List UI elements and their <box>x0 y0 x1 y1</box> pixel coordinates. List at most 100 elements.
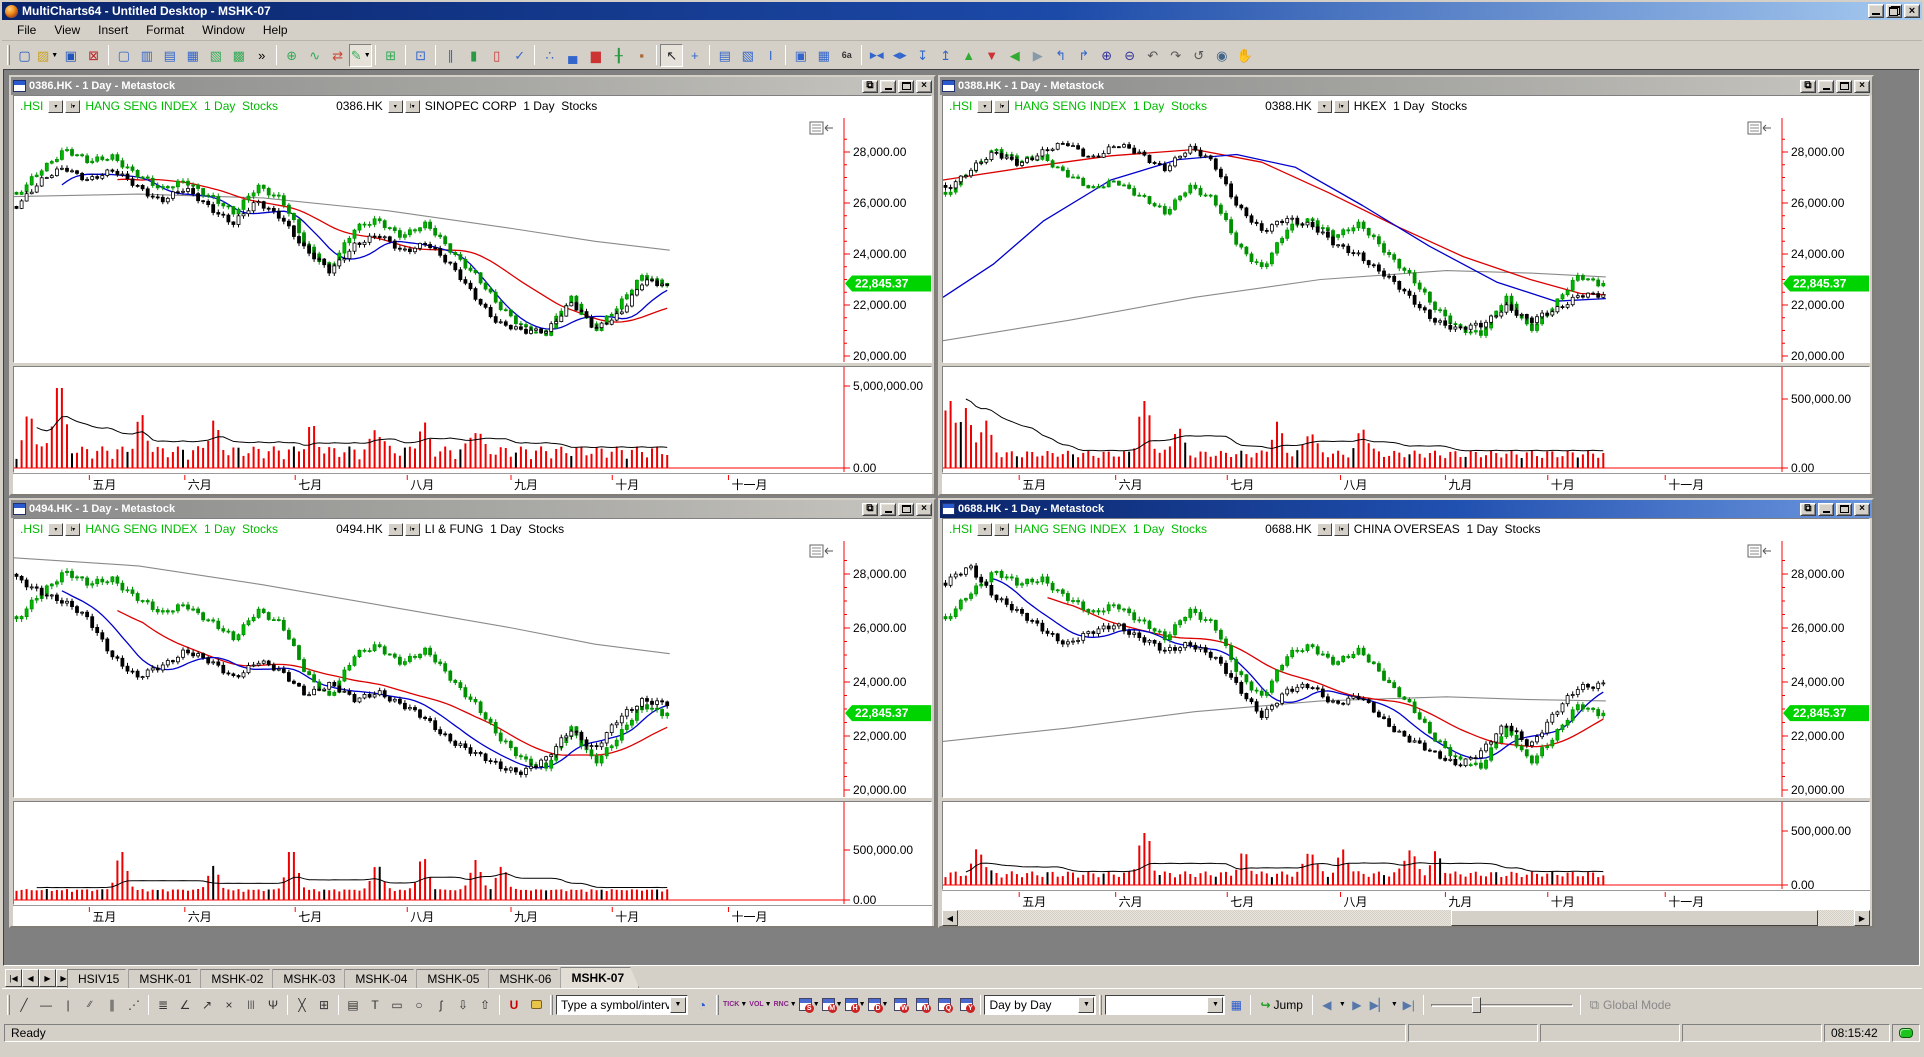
stock-format-dropdown[interactable]: ▾ <box>1317 523 1332 536</box>
chart-popout-button[interactable]: ⧉ <box>862 503 878 516</box>
price-chart-canvas[interactable]: 28,000.0026,000.0024,000.0022,000.0020,0… <box>943 539 1870 798</box>
toolbar-overflow-button[interactable]: » <box>250 44 273 67</box>
rectangle-button[interactable]: ▭ <box>386 994 408 1016</box>
price-chart-canvas[interactable]: 28,000.0026,000.0024,000.0022,000.0020,0… <box>943 116 1870 363</box>
replay-mode-select[interactable]: Day by Day ▼ <box>984 995 1096 1015</box>
style-histogram-button[interactable]: ▄ <box>561 44 584 67</box>
show-data-window-button[interactable]: ▤ <box>713 44 736 67</box>
page-back-button[interactable]: ↰ <box>1049 44 1072 67</box>
insert-symbol-settings-button[interactable]: ⊞ <box>379 44 402 67</box>
chart-popout-button[interactable]: ⧉ <box>1800 503 1816 516</box>
tab-nav-first[interactable]: |◀ <box>5 969 22 987</box>
replay-speed-slider[interactable] <box>1427 995 1577 1015</box>
workspace-tab-mshk-01[interactable]: MSHK-01 <box>128 969 206 988</box>
style-dots-button[interactable]: ∴ <box>538 44 561 67</box>
app-close-button[interactable]: × <box>1904 4 1920 18</box>
chevron-down-icon[interactable]: ▼ <box>670 997 686 1013</box>
style-kagi-button[interactable]: ╂ <box>607 44 630 67</box>
data-window-icon[interactable] <box>1748 122 1771 134</box>
format-drawing-pen-button[interactable]: ✎▼ <box>349 44 372 67</box>
resolution-hours-button[interactable]: H▼ <box>844 994 867 1016</box>
change-font-button[interactable]: 6a <box>835 44 858 67</box>
expand-scale-vertical-button[interactable]: ↥ <box>934 44 957 67</box>
zoom-in-button[interactable]: ⊕ <box>1095 44 1118 67</box>
volume-chart-canvas[interactable]: 500,000.000.00 <box>943 802 1870 890</box>
index-interval-dropdown[interactable]: I▾ <box>994 100 1009 113</box>
resolution-monthly-button[interactable]: M <box>911 994 933 1016</box>
menu-window[interactable]: Window <box>193 21 254 39</box>
resolution-range-button[interactable]: RNC▼ <box>773 994 798 1016</box>
expand-bars-horizontal-button[interactable]: ◀▶ <box>888 44 911 67</box>
price-chart-canvas[interactable]: 28,000.0026,000.0024,000.0022,000.0020,0… <box>14 116 932 363</box>
price-pane[interactable]: .HSI▾I▾HANG SENG INDEX 1 Day Stocks0688.… <box>942 518 1870 798</box>
pointer-tool-button[interactable]: ↖ <box>660 44 683 67</box>
volume-chart-canvas[interactable]: 500,000.000.00 <box>943 367 1870 473</box>
price-pane[interactable]: .HSI▾I▾HANG SENG INDEX 1 Day Stocks0386.… <box>13 95 932 363</box>
highlight-cursor-button[interactable]: ◉ <box>1210 44 1233 67</box>
workspace-tab-hsiv15[interactable]: HSIV15 <box>67 969 134 988</box>
tab-nav-next[interactable]: ▶ <box>39 969 56 987</box>
chevron-down-icon[interactable]: ▼ <box>1339 1001 1346 1008</box>
chart-close-button[interactable]: × <box>1854 503 1870 516</box>
workspace-tab-mshk-04[interactable]: MSHK-04 <box>344 969 422 988</box>
index-format-dropdown[interactable]: ▾ <box>977 100 992 113</box>
chart-minimize-button[interactable] <box>1818 80 1834 93</box>
index-format-dropdown[interactable]: ▾ <box>48 100 63 113</box>
trendline-button[interactable]: ╱ <box>13 994 35 1016</box>
chart-popout-button[interactable]: ⧉ <box>862 80 878 93</box>
save-desktop-button[interactable]: ▣ <box>59 44 82 67</box>
stock-interval-dropdown[interactable]: I▾ <box>405 100 420 113</box>
index-interval-dropdown[interactable]: I▾ <box>994 523 1009 536</box>
insert-symbol-button[interactable]: ⊕ <box>280 44 303 67</box>
replay-date-combo[interactable]: ▼ <box>1105 995 1225 1015</box>
chevron-down-icon[interactable]: ▼ <box>1207 997 1223 1013</box>
stock-format-dropdown[interactable]: ▾ <box>1317 100 1332 113</box>
new-chart-window-button[interactable]: ▢ <box>112 44 135 67</box>
snap-mode-magnet-button[interactable]: U <box>503 994 525 1016</box>
freehand-drawing-button[interactable]: ╳ <box>291 994 313 1016</box>
jump-button[interactable]: ↪ Jump <box>1254 994 1308 1016</box>
chart-close-button[interactable]: × <box>916 503 932 516</box>
workspace-tab-mshk-03[interactable]: MSHK-03 <box>272 969 350 988</box>
show-text-labels-button[interactable]: Ι <box>759 44 782 67</box>
volume-pane[interactable]: 500,000.000.00 <box>13 801 932 905</box>
chart-titlebar[interactable]: 0386.HK - 1 Day - Metastock⧉× <box>11 77 934 95</box>
instrument-clock-button[interactable]: ◔ <box>691 994 713 1016</box>
resolution-minutes-button[interactable]: M▼ <box>821 994 844 1016</box>
app-restore-button[interactable] <box>1886 4 1902 18</box>
pan-hand-button[interactable]: ✋ <box>1233 44 1256 67</box>
chevron-down-icon[interactable]: ▼ <box>1078 997 1094 1013</box>
resolution-days-button[interactable]: D▼ <box>867 994 890 1016</box>
price-pane[interactable]: .HSI▾I▾HANG SENG INDEX 1 Day Stocks0494.… <box>13 518 932 798</box>
stock-format-dropdown[interactable]: ▾ <box>388 523 403 536</box>
volume-pane[interactable]: 500,000.000.00 <box>942 366 1870 473</box>
scroll-left-button[interactable]: ◀ <box>1003 44 1026 67</box>
price-chart-canvas[interactable]: 28,000.0026,000.0024,000.0022,000.0020,0… <box>14 539 932 798</box>
stay-in-drawing-mode-button[interactable] <box>525 994 547 1016</box>
style-line-button[interactable]: ✓ <box>508 44 531 67</box>
arrow-down-button[interactable]: ⇩ <box>452 994 474 1016</box>
chart-close-button[interactable]: × <box>1854 80 1870 93</box>
workspace-tab-mshk-06[interactable]: MSHK-06 <box>488 969 566 988</box>
redo-button[interactable]: ↷ <box>1164 44 1187 67</box>
scrollbar-track[interactable] <box>958 910 1854 926</box>
arrow-up-button[interactable]: ⇧ <box>474 994 496 1016</box>
resolution-weekly-button[interactable]: W <box>889 994 911 1016</box>
scroll-down-button[interactable]: ▼ <box>980 44 1003 67</box>
style-renko-button[interactable]: ▪ <box>630 44 653 67</box>
reset-view-button[interactable]: ↺ <box>1187 44 1210 67</box>
chart-popout-button[interactable]: ⧉ <box>1800 80 1816 93</box>
index-format-dropdown[interactable]: ▾ <box>977 523 992 536</box>
menu-view[interactable]: View <box>45 21 89 39</box>
new-quoteboard-window-button[interactable]: ▧ <box>204 44 227 67</box>
scrollbar-left-arrow[interactable]: ◀ <box>942 910 958 926</box>
style-bars-button[interactable]: ∥ <box>439 44 462 67</box>
note-button[interactable]: ▤ <box>342 994 364 1016</box>
app-titlebar[interactable]: MultiCharts64 - Untitled Desktop - MSHK-… <box>2 2 1922 20</box>
stock-interval-dropdown[interactable]: I▾ <box>1334 100 1349 113</box>
volume-pane[interactable]: 5,000,000.000.00 <box>13 366 932 473</box>
close-window-button[interactable]: ⊠ <box>82 44 105 67</box>
fibonacci-retracement-button[interactable]: ≣ <box>152 994 174 1016</box>
stock-interval-dropdown[interactable]: I▾ <box>1334 523 1349 536</box>
undo-button[interactable]: ↶ <box>1141 44 1164 67</box>
